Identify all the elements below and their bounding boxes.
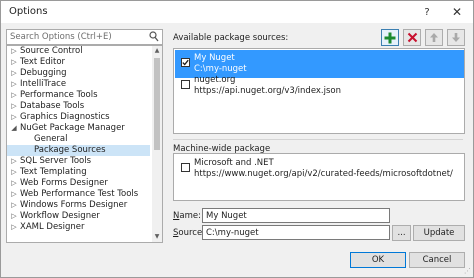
expand-arrow-icon[interactable]: ▷ bbox=[10, 79, 18, 90]
expand-arrow-icon[interactable]: ▷ bbox=[10, 189, 18, 200]
section-divider bbox=[173, 139, 463, 140]
tree-item-label: Web Forms Designer bbox=[20, 178, 108, 188]
tree-item-label: Performance Tools bbox=[20, 90, 98, 100]
tree-item-label: Text Editor bbox=[20, 57, 66, 67]
source-item-nuget-org[interactable]: nuget.org https://api.nuget.org/v3/index… bbox=[175, 72, 464, 100]
scroll-down-icon[interactable]: ▼ bbox=[152, 232, 162, 242]
close-icon: ✕ bbox=[451, 5, 463, 19]
expand-arrow-icon[interactable]: ▷ bbox=[10, 222, 18, 233]
tree-item-label: Web Performance Test Tools bbox=[20, 189, 139, 199]
name-field bbox=[202, 208, 390, 223]
options-dialog: Options ? ✕ ▷ Source Control ▷ Text Edit… bbox=[0, 0, 474, 278]
tree-item-label: Workflow Designer bbox=[20, 211, 100, 221]
tree-item-source-control[interactable]: ▷ Source Control bbox=[7, 46, 150, 57]
expand-arrow-icon[interactable]: ▷ bbox=[10, 68, 18, 79]
scroll-thumb[interactable] bbox=[154, 58, 160, 150]
scroll-up-icon[interactable]: ▲ bbox=[152, 46, 162, 56]
tree-item-performance-tools[interactable]: ▷ Performance Tools bbox=[7, 90, 150, 101]
tree-item-web-performance-test-tools[interactable]: ▷ Web Performance Test Tools bbox=[7, 189, 150, 200]
tree-item-label: SQL Server Tools bbox=[20, 156, 92, 166]
options-search bbox=[6, 29, 163, 45]
expand-arrow-icon[interactable]: ▷ bbox=[10, 112, 18, 123]
tree-scrollbar[interactable]: ▲ ▼ bbox=[152, 46, 162, 242]
remove-source-button[interactable] bbox=[403, 29, 421, 46]
tree-item-debugging[interactable]: ▷ Debugging bbox=[7, 68, 150, 79]
tree-item-label: Graphics Diagnostics bbox=[20, 112, 110, 122]
tree-item-xaml-designer[interactable]: ▷ XAML Designer bbox=[7, 222, 150, 233]
tree-item-label: Package Sources bbox=[34, 145, 106, 155]
checkbox-checked-icon bbox=[182, 59, 189, 66]
add-icon bbox=[384, 32, 396, 43]
tree-item-label: General bbox=[34, 134, 68, 144]
add-source-button[interactable] bbox=[381, 29, 399, 46]
tree-item-package-sources[interactable]: Package Sources bbox=[7, 145, 150, 156]
available-sources-heading: Available package sources: bbox=[173, 33, 289, 43]
tree-item-web-forms-designer[interactable]: ▷ Web Forms Designer bbox=[7, 178, 150, 189]
tree-item-graphics-diagnostics[interactable]: ▷ Graphics Diagnostics bbox=[7, 112, 150, 123]
remove-icon bbox=[407, 32, 417, 43]
name-label-text: ame: bbox=[179, 211, 201, 221]
tree-item-database-tools[interactable]: ▷ Database Tools bbox=[7, 101, 150, 112]
search-icon[interactable] bbox=[149, 31, 159, 42]
available-sources-list: My Nuget C:\my-nuget nuget.org https://a… bbox=[173, 48, 465, 134]
machine-wide-sources-list: Microsoft and .NET https://www.nuget.org… bbox=[173, 153, 465, 201]
source-field bbox=[202, 225, 390, 240]
source-label: Source: bbox=[173, 228, 205, 238]
ok-button[interactable]: OK bbox=[350, 252, 406, 268]
close-button[interactable]: ✕ bbox=[443, 1, 471, 23]
expand-arrow-icon[interactable]: ▷ bbox=[10, 57, 18, 68]
tree-item-label: Windows Forms Designer bbox=[20, 200, 128, 210]
expand-arrow-icon[interactable]: ▷ bbox=[10, 178, 18, 189]
help-button[interactable]: ? bbox=[413, 1, 441, 23]
tree-item-label: Debugging bbox=[20, 68, 67, 78]
source-enabled-checkbox[interactable] bbox=[181, 58, 190, 67]
expand-arrow-icon[interactable]: ▷ bbox=[10, 46, 18, 57]
expand-arrow-icon[interactable]: ▷ bbox=[10, 167, 18, 178]
move-down-button[interactable] bbox=[447, 29, 465, 46]
source-url: https://api.nuget.org/v3/index.json bbox=[194, 86, 342, 96]
browse-button[interactable]: ... bbox=[392, 225, 411, 241]
source-input[interactable] bbox=[203, 226, 386, 239]
source-name: Microsoft and .NET bbox=[194, 158, 274, 168]
search-input[interactable] bbox=[7, 30, 145, 44]
tree-item-text-templating[interactable]: ▷ Text Templating bbox=[7, 167, 150, 178]
window-title: Options bbox=[9, 6, 48, 17]
tree-item-label: IntelliTrace bbox=[20, 79, 67, 89]
tree-item-nuget-package-manager[interactable]: ◢ NuGet Package Manager bbox=[7, 123, 150, 134]
expand-arrow-icon[interactable]: ▷ bbox=[10, 101, 18, 112]
tree-item-intellitrace[interactable]: ▷ IntelliTrace bbox=[7, 79, 150, 90]
tree-item-general[interactable]: General bbox=[7, 134, 150, 145]
arrow-up-icon bbox=[430, 33, 438, 42]
tree-item-label: Text Templating bbox=[20, 167, 87, 177]
expand-arrow-icon[interactable]: ▷ bbox=[10, 156, 18, 167]
expand-arrow-icon[interactable]: ▷ bbox=[10, 211, 18, 222]
source-name: nuget.org bbox=[194, 75, 236, 85]
name-input[interactable] bbox=[203, 209, 386, 222]
resize-grip-icon[interactable]: ⋰ bbox=[464, 267, 471, 275]
source-enabled-checkbox[interactable] bbox=[181, 80, 190, 89]
name-label: Name: bbox=[173, 211, 201, 221]
tree-item-label: XAML Designer bbox=[20, 222, 85, 232]
tree-item-label: Database Tools bbox=[20, 101, 85, 111]
tree-item-label: Source Control bbox=[20, 46, 83, 56]
help-icon: ? bbox=[424, 6, 430, 18]
update-button[interactable]: Update bbox=[413, 225, 465, 241]
options-tree: ▷ Source Control ▷ Text Editor ▷ Debuggi… bbox=[6, 45, 163, 243]
move-up-button[interactable] bbox=[425, 29, 443, 46]
source-enabled-checkbox[interactable] bbox=[181, 163, 190, 172]
tree-item-windows-forms-designer[interactable]: ▷ Windows Forms Designer bbox=[7, 200, 150, 211]
expand-arrow-icon[interactable]: ▷ bbox=[10, 90, 18, 101]
source-url: https://www.nuget.org/api/v2/curated-fee… bbox=[194, 169, 453, 179]
source-name: My Nuget bbox=[194, 53, 235, 63]
tree-item-sql-server-tools[interactable]: ▷ SQL Server Tools bbox=[7, 156, 150, 167]
tree-item-text-editor[interactable]: ▷ Text Editor bbox=[7, 57, 150, 68]
expand-arrow-icon[interactable]: ▷ bbox=[10, 200, 18, 211]
collapse-arrow-icon[interactable]: ◢ bbox=[10, 123, 18, 134]
cancel-button[interactable]: Cancel bbox=[409, 252, 465, 268]
arrow-down-icon bbox=[452, 33, 460, 42]
tree-item-label: NuGet Package Manager bbox=[20, 123, 125, 133]
tree-item-workflow-designer[interactable]: ▷ Workflow Designer bbox=[7, 211, 150, 222]
source-item-microsoft-dotnet[interactable]: Microsoft and .NET https://www.nuget.org… bbox=[175, 155, 464, 183]
title-bar: Options ? ✕ bbox=[1, 1, 473, 23]
